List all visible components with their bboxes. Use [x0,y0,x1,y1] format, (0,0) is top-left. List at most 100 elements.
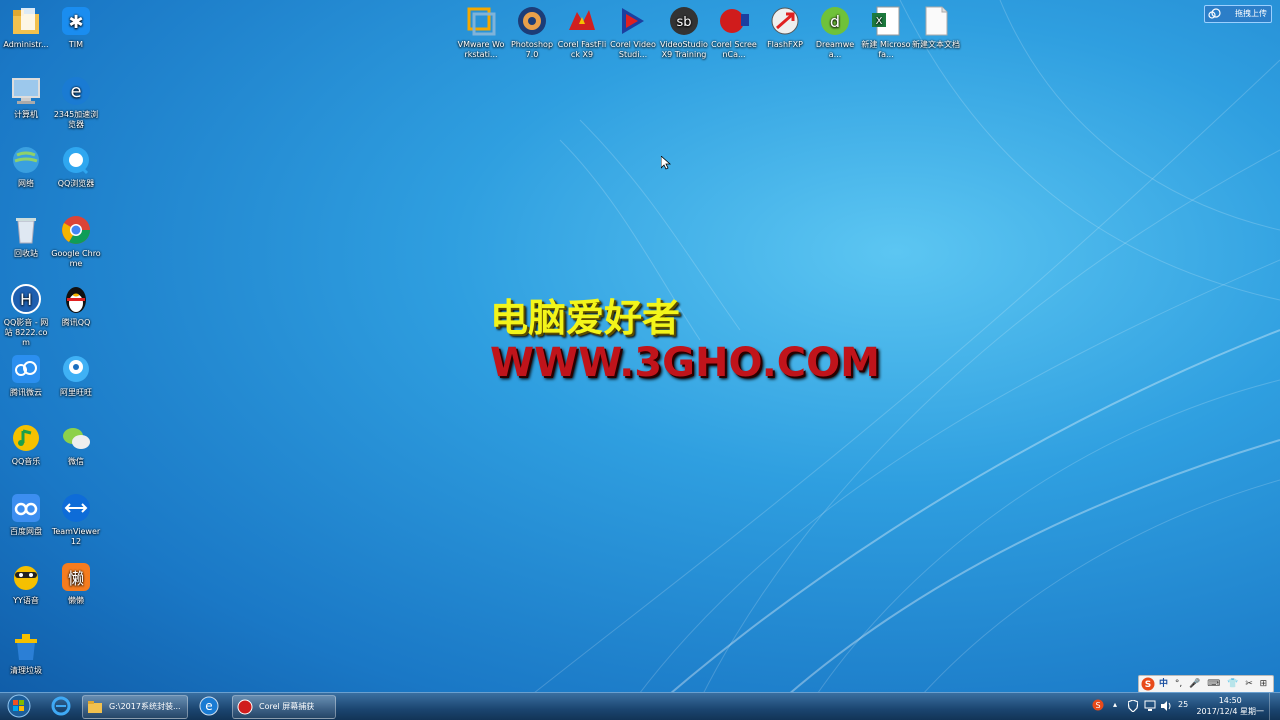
skin-icon[interactable]: 👕 [1227,676,1238,692]
clock-time: 14:50 [1218,696,1242,705]
desktop-icon-qq-music[interactable]: QQ音乐 [1,421,51,467]
tools-icon[interactable]: ✂ [1245,676,1253,692]
lan-icon: 懒 [62,563,90,591]
desktop-top-icon-videostudio[interactable]: Corel VideoStudi... [608,4,658,60]
desktop-icon-h-site[interactable]: H QQ影音 - 网站 8222.com [1,282,51,348]
desktop-top-icon-excel[interactable]: X 新建 Microsofa... [861,4,911,60]
upload-label: 拖拽上传 [1235,9,1267,18]
desktop-icon-aliwangwang[interactable]: 阿里旺旺 [51,352,101,398]
svg-text:d: d [830,12,840,31]
desktop-icon-browser-e[interactable]: e 2345加速浏览器 [51,74,101,130]
desktop-icon-recycle-bin[interactable]: 回收站 [1,213,51,259]
desktop-top-icon-sb[interactable]: sb VideoStudio X9 Training [659,4,709,60]
svg-text:e: e [70,81,81,102]
ime-punct[interactable]: °, [1175,676,1182,692]
desktop-top-icon-flashfxp[interactable]: FlashFXP [760,4,810,50]
desktop-icon-qq-browser[interactable]: QQ浏览器 [51,143,101,189]
taskbar: G:\2017系统封装... e Corel 屏幕捕获 S ▴ 25 14:50… [0,692,1280,720]
mic-icon[interactable]: 🎤 [1189,676,1200,692]
keyboard-icon[interactable]: ⌨ [1207,676,1220,692]
desktop-icon-label: 新建 Microsofa... [861,40,911,59]
desktop-icon-folder[interactable]: Administr... [1,4,51,50]
svg-text:X: X [876,16,883,27]
record-icon [237,699,253,715]
desktop-icon-qq-penguin[interactable]: 腾讯QQ [51,282,101,328]
taskbar-button-explorer[interactable]: G:\2017系统封装... [82,695,188,719]
yy-icon [14,566,38,590]
ime-mode[interactable]: 中 [1159,676,1168,692]
network-tray-icon[interactable] [1144,700,1156,712]
desktop-icon-label: Administr... [3,40,49,49]
desktop-icon-label: 清理垃圾 [10,665,42,675]
overlay-title: 电脑爱好者 [490,296,681,340]
qq-browser-icon [63,147,89,175]
tim-icon: ✱ [62,7,90,35]
tray-expand-icon[interactable]: ▴ [1113,700,1117,709]
show-desktop-button[interactable] [1269,693,1280,720]
aliwangwang-icon [63,355,89,382]
start-orb-icon[interactable] [2,694,36,718]
desktop-icon-computer[interactable]: 计算机 [1,74,51,120]
clock-date: 2017/12/4 星期一 [1196,707,1264,716]
computer-icon [12,77,40,104]
desktop-icon-weiyun[interactable]: 腾讯微云 [1,352,51,398]
desktop-icon-teamviewer[interactable]: TeamViewer 12 [51,491,101,547]
dreamweaver-icon: d [821,7,849,35]
videostudio-icon [622,8,644,34]
desktop-icon-label: 微信 [68,457,84,466]
desktop-icon-baidu-netdisk[interactable]: 百度网盘 [1,491,51,537]
sb-icon: sb [670,7,698,35]
wechat-icon [63,428,90,449]
desktop-icon-label: VMware Workstati... [457,40,505,59]
desktop-top-icon-dreamweaver[interactable]: d Dreamwea... [810,4,860,60]
desktop-top-icon-screencap[interactable]: Corel ScreenCa... [709,4,759,60]
desktop-icon-label: 腾讯微云 [10,387,42,397]
desktop-icon-label: 腾讯QQ [61,318,91,327]
menu-grid-icon[interactable]: ⊞ [1260,676,1268,692]
desktop-icon-yy[interactable]: YY语音 [1,560,51,606]
desktop-icon-label: Dreamwea... [815,40,855,59]
clock[interactable]: 14:50 2017/12/4 星期一 [1196,695,1264,717]
browser-e-icon[interactable]: e [198,695,220,717]
svg-text:懒: 懒 [68,569,84,588]
desktop-icon-label: TIM [68,40,84,49]
desktop-icon-tim[interactable]: ✱ TIM [51,4,101,50]
flashfxp-icon [771,7,799,35]
ime-toolbar[interactable]: S 中 °, 🎤 ⌨ 👕 ✂ ⊞ [1138,675,1274,693]
desktop-top-icon-text-doc[interactable]: 新建文本文档 [911,4,961,50]
desktop-icon-label: 懒懒 [68,596,84,605]
tray-number[interactable]: 25 [1178,700,1188,709]
text-doc-icon [925,6,948,36]
sogou-s-icon: S [1141,677,1155,691]
desktop-icon-chrome[interactable]: Google Chrome [51,213,101,269]
desktop-icon-label: 2345加速浏览器 [53,109,99,129]
volume-icon[interactable] [1160,700,1172,712]
desktop-icon-lan[interactable]: 懒懒懒 [51,560,101,606]
desktop-icon-label: 网络 [18,179,34,188]
taskbar-button-label: G:\2017系统封装... [109,702,181,711]
sogou-tray-icon[interactable]: S [1092,699,1104,711]
ie-icon[interactable] [50,695,72,717]
desktop-icon-network[interactable]: 网络 [1,143,51,189]
desktop-top-icon-photoshop[interactable]: Photoshop 7.0 [507,4,557,60]
desktop-icon-wechat[interactable]: 微信 [51,421,101,467]
recycle-bin-icon [16,217,36,243]
baidu-netdisk-icon [12,493,40,522]
svg-text:e: e [205,699,212,713]
taskbar-button-corel-capture[interactable]: Corel 屏幕捕获 [232,695,336,719]
desktop-top-icon-fastflick[interactable]: Corel FastFlick X9 [557,4,607,60]
folder-icon [13,8,39,34]
desktop-icon-label: Corel VideoStudi... [610,40,656,59]
desktop-top-icon-vmware[interactable]: VMware Workstati... [456,4,506,60]
shield-icon[interactable] [1128,700,1138,712]
desktop-icon-label: Photoshop 7.0 [510,40,554,59]
teamviewer-icon [62,493,90,522]
network-icon [13,147,39,173]
system-tray: S ▴ 25 [1092,693,1202,720]
svg-text:S: S [1145,680,1151,690]
drag-upload-button[interactable]: 拖拽上传 [1204,5,1272,23]
desktop-icon-trash-clean[interactable]: 清理垃圾 [1,630,51,676]
folder-icon [88,701,102,713]
weiyun-icon [12,354,40,383]
desktop-icon-label: 新建文本文档 [912,40,960,49]
